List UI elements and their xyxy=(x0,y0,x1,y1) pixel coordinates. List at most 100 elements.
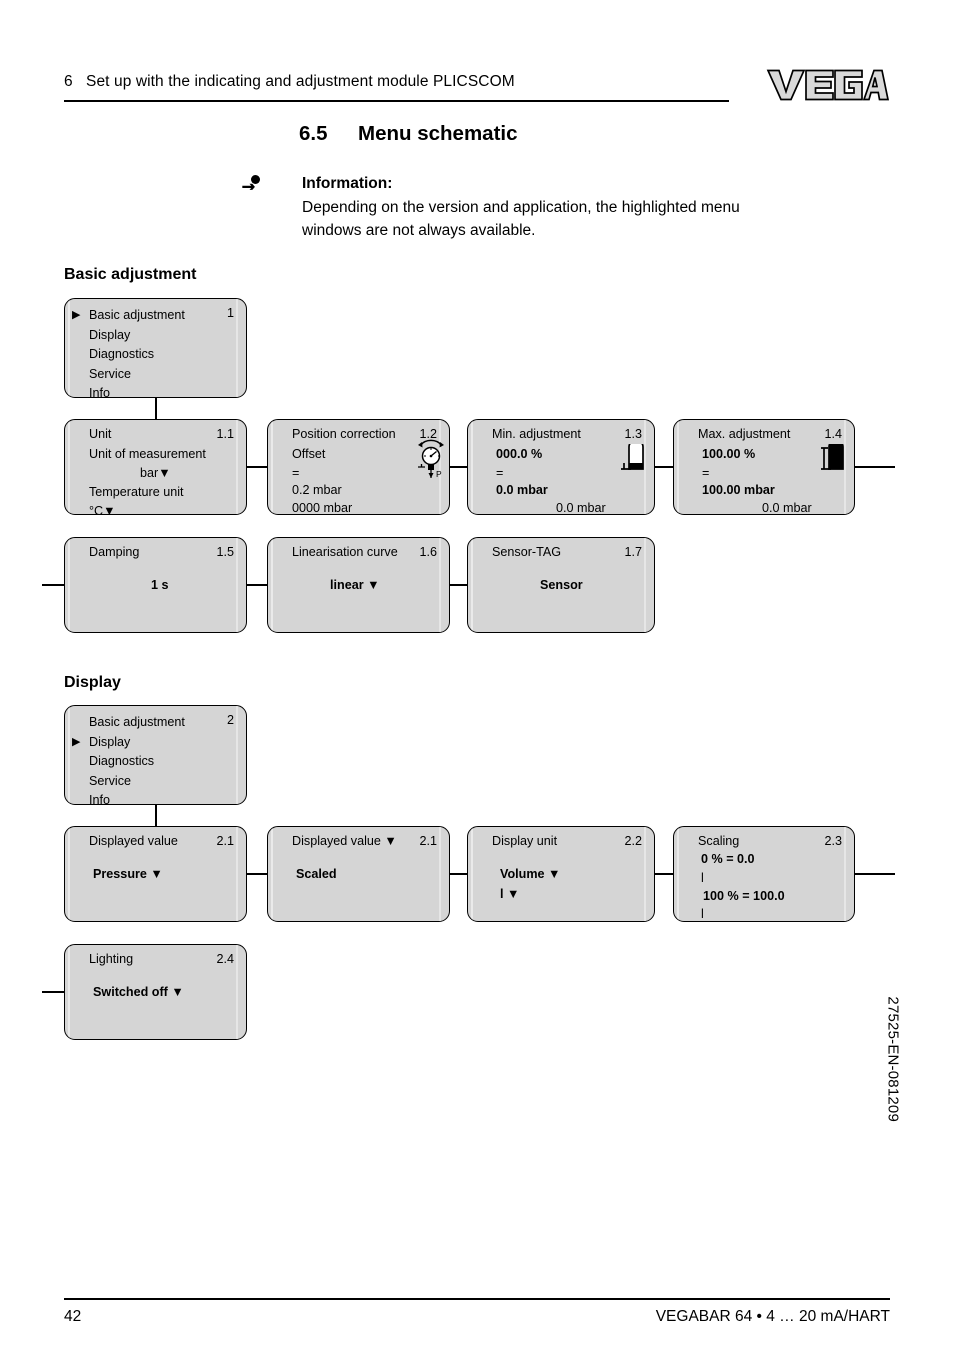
menu-item-label: Service xyxy=(89,773,131,788)
menu-item-display[interactable]: Display xyxy=(89,326,185,346)
value-scaling-hundred-unit: l xyxy=(701,907,704,921)
connector-value-scaled-to-unit xyxy=(450,873,467,875)
box-number-displayed-value-scaled: 2.1 xyxy=(419,834,437,848)
box-max-adjustment[interactable]: Max. adjustment 1.4 100.00 % = 100.00 mb… xyxy=(673,419,855,515)
value-max-current: 0.0 mbar xyxy=(762,501,812,515)
box-number-min-adjustment: 1.3 xyxy=(624,427,642,441)
menu-item-service[interactable]: Service xyxy=(89,772,185,792)
menu-item-info[interactable]: Info xyxy=(89,791,185,805)
menu-list-basic-root: ▶ Basic adjustment Display Diagnostics S… xyxy=(72,306,185,398)
value-scaling-zero-percent[interactable]: 0 % = 0.0 xyxy=(701,852,755,866)
menu-item-info[interactable]: Info xyxy=(89,384,185,398)
document-code: 27525-EN-081209 xyxy=(885,996,902,1122)
connector-max-rowbreak-out xyxy=(855,466,895,468)
box-displayed-value[interactable]: Displayed value 2.1 Pressure ▼ xyxy=(64,826,247,922)
menu-item-label: Service xyxy=(89,366,131,381)
value-display-unit-type[interactable]: Volume ▼ xyxy=(500,867,561,881)
box-number-scaling: 2.3 xyxy=(824,834,842,848)
connector-basic-root-to-unit xyxy=(155,397,157,419)
connector-unit-to-scaling xyxy=(655,873,673,875)
equals-sign: = xyxy=(496,466,504,480)
box-title-min-adjustment: Min. adjustment xyxy=(492,427,581,441)
box-damping[interactable]: Damping 1.5 1 s xyxy=(64,537,247,633)
box-number-max-adjustment: 1.4 xyxy=(824,427,842,441)
box-title-displayed-value: Displayed value xyxy=(89,834,178,848)
box-displayed-value-scaled[interactable]: Displayed value ▼ 2.1 Scaled xyxy=(267,826,450,922)
equals-sign: = xyxy=(702,466,710,480)
box-min-adjustment[interactable]: Min. adjustment 1.3 000.0 % = 0.0 mbar 0… xyxy=(467,419,655,515)
value-sensor-tag[interactable]: Sensor xyxy=(540,578,583,592)
menu-item-basic-adjustment[interactable]: Basic adjustment xyxy=(89,713,185,733)
connector-display-root-to-value xyxy=(155,804,157,826)
value-damping[interactable]: 1 s xyxy=(151,578,169,592)
menu-item-display[interactable]: ▶ Display xyxy=(72,733,185,753)
box-number-display-root: 2 xyxy=(226,713,234,727)
menu-item-label: Diagnostics xyxy=(89,754,155,769)
box-linearisation-curve[interactable]: Linearisation curve 1.6 linear ▼ xyxy=(267,537,450,633)
value-max-pressure[interactable]: 100.00 mbar xyxy=(702,483,775,497)
connector-linearisation-to-sensortag xyxy=(450,584,467,586)
box-title-linearisation-curve: Linearisation curve xyxy=(292,545,398,559)
value-scaling-zero-unit: l xyxy=(701,871,704,885)
value-display-unit-symbol[interactable]: l ▼ xyxy=(500,887,519,901)
value-raw-pressure: 0000 mbar xyxy=(292,501,353,515)
menu-item-label: Info xyxy=(89,386,111,398)
box-basic-root-menu[interactable]: 1 ▶ Basic adjustment Display Diagnostics… xyxy=(64,298,247,398)
menu-item-diagnostics[interactable]: Diagnostics xyxy=(89,345,185,365)
box-display-unit[interactable]: Display unit 2.2 Volume ▼ l ▼ xyxy=(467,826,655,922)
box-number-unit: 1.1 xyxy=(216,427,234,441)
menu-item-basic-adjustment[interactable]: ▶ Basic adjustment xyxy=(72,306,185,326)
value-min-percent[interactable]: 000.0 % xyxy=(496,447,542,461)
box-title-scaling: Scaling xyxy=(698,834,740,848)
connector-position-to-min xyxy=(450,466,467,468)
menu-item-label: Display xyxy=(89,327,131,342)
box-scaling[interactable]: Scaling 2.3 0 % = 0.0 l 100 % = 100.0 l xyxy=(673,826,855,922)
value-displayed-value[interactable]: Pressure ▼ xyxy=(93,867,163,881)
menu-item-label: Display xyxy=(89,734,131,749)
value-min-current: 0.0 mbar xyxy=(556,501,606,515)
pressure-gauge-icon: P xyxy=(418,439,444,479)
value-offset[interactable]: 0.2 mbar xyxy=(292,483,342,497)
svg-text:P: P xyxy=(436,469,442,479)
connector-damping-to-linearisation xyxy=(247,584,267,586)
box-title-damping: Damping xyxy=(89,545,140,559)
value-scaling-hundred-percent[interactable]: 100 % = 100.0 xyxy=(703,889,785,903)
box-title-sensor-tag: Sensor-TAG xyxy=(492,545,562,559)
box-title-unit: Unit xyxy=(89,427,112,441)
box-unit[interactable]: Unit 1.1 Unit of measurement bar▼ Temper… xyxy=(64,419,247,515)
footer-page-number: 42 xyxy=(64,1308,82,1325)
menu-item-label: Info xyxy=(89,793,111,805)
footer-product-name: VEGABAR 64 • 4 … 20 mA/HART xyxy=(655,1308,890,1325)
box-sensor-tag[interactable]: Sensor-TAG 1.7 Sensor xyxy=(467,537,655,633)
label-unit-of-measurement: Unit of measurement xyxy=(89,447,206,461)
label-offset: Offset xyxy=(292,447,326,461)
value-lighting[interactable]: Switched off ▼ xyxy=(93,985,184,999)
box-number-display-unit: 2.2 xyxy=(624,834,642,848)
equals-sign: = xyxy=(292,466,300,480)
box-title-max-adjustment: Max. adjustment xyxy=(698,427,791,441)
menu-item-label: Basic adjustment xyxy=(89,308,185,322)
box-number-damping: 1.5 xyxy=(216,545,234,559)
value-unit-of-measurement[interactable]: bar▼ xyxy=(140,466,171,480)
box-number-displayed-value: 2.1 xyxy=(216,834,234,848)
menu-item-diagnostics[interactable]: Diagnostics xyxy=(89,752,185,772)
menu-list-display-root: Basic adjustment ▶ Display Diagnostics S… xyxy=(72,713,185,805)
box-title-displayed-value-scaled: Displayed value ▼ xyxy=(292,834,397,848)
value-temperature-unit[interactable]: °C▼ xyxy=(89,504,116,514)
tank-full-icon xyxy=(821,444,844,470)
menu-item-service[interactable]: Service xyxy=(89,365,185,385)
menu-item-label: Diagnostics xyxy=(89,347,155,362)
box-display-root-menu[interactable]: 2 Basic adjustment ▶ Display Diagnostics… xyxy=(64,705,247,805)
box-position-correction[interactable]: Position correction 1.2 Offset = 0.2 mba… xyxy=(267,419,450,515)
box-number-lighting: 2.4 xyxy=(216,952,234,966)
connector-min-to-max xyxy=(655,466,673,468)
value-displayed-value-scaled[interactable]: Scaled xyxy=(296,867,337,881)
box-lighting[interactable]: Lighting 2.4 Switched off ▼ xyxy=(64,944,247,1040)
value-linearisation-curve[interactable]: linear ▼ xyxy=(330,578,380,592)
value-max-percent[interactable]: 100.00 % xyxy=(702,447,755,461)
box-number-linearisation-curve: 1.6 xyxy=(419,545,437,559)
value-min-pressure[interactable]: 0.0 mbar xyxy=(496,483,548,497)
box-number-sensor-tag: 1.7 xyxy=(624,545,642,559)
menu-schematic-flow: 1 ▶ Basic adjustment Display Diagnostics… xyxy=(0,0,954,1354)
label-temperature-unit: Temperature unit xyxy=(89,485,184,499)
